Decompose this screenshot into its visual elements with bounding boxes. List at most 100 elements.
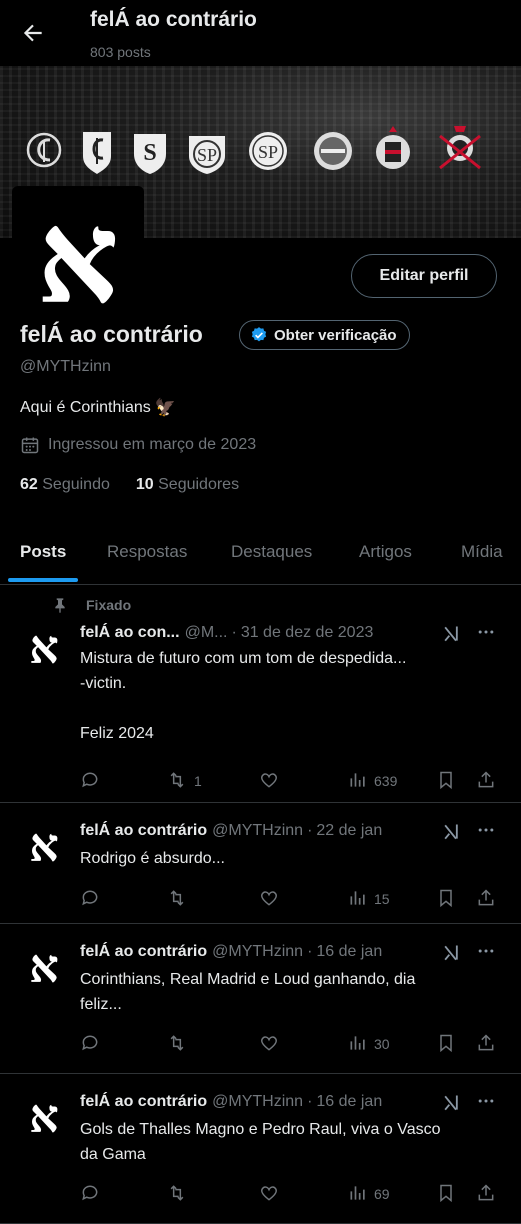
tweet-text: Gols de Thalles Magno e Pedro Raul, viva… [80,1121,441,1163]
retweet-count: 1 [194,773,202,789]
tweet-avatar[interactable]: א [22,941,66,985]
share-button[interactable] [476,770,496,792]
more-options-icon[interactable] [475,622,497,642]
get-verified-label: Obter verificação [274,326,397,344]
tweet-avatar[interactable]: א [22,622,66,666]
more-options-icon[interactable] [475,820,497,840]
views-button[interactable]: 30 [348,1033,390,1055]
followers-label: Seguidores [158,476,240,493]
tweet-date[interactable]: 31 de dez de 2023 [241,624,374,642]
svg-text:S: S [143,140,156,166]
tweet-author-name[interactable]: felÁ ao contrário [80,943,207,961]
top-bar: felÁ ao contrário 803 posts [0,0,521,66]
reply-icon [80,770,100,793]
separator-dot: · [231,624,237,641]
retweet-button[interactable] [166,1033,194,1055]
tweet-avatar-glyph: א [29,622,59,666]
share-button[interactable] [476,888,496,910]
tab-articles[interactable]: Artigos [359,526,412,582]
tweet-author-handle[interactable]: @MYTHzinn [212,1093,303,1111]
header-title: felÁ ao contrário [90,8,257,31]
followers-link[interactable]: 10 Seguidores [136,476,239,494]
retweet-icon [166,770,188,793]
arrow-left-icon[interactable] [20,20,46,46]
like-button[interactable] [259,770,279,792]
tab-highlights[interactable]: Destaques [231,526,312,582]
bookmark-icon [436,770,456,793]
tweet-date[interactable]: 16 de jan [316,1093,382,1111]
profile-bio: Aqui é Corinthians 🦅 [20,398,176,418]
views-button[interactable]: 15 [348,888,390,910]
like-button[interactable] [259,1033,279,1055]
like-button[interactable] [259,1183,279,1205]
tweet-date[interactable]: 22 de jan [316,822,382,840]
tweet-author-handle[interactable]: @MYTHzinn [212,943,303,961]
share-button[interactable] [476,1033,496,1055]
retweet-icon [166,1033,188,1056]
tweet[interactable]: א felÁ ao contrário @MYTHzinn · 16 de jan Cor… [0,923,521,1074]
club-crest-icon [314,132,352,170]
share-button[interactable] [476,1183,496,1205]
more-options-icon[interactable] [475,941,497,961]
views-count: 15 [374,891,390,907]
retweet-button[interactable] [166,888,194,910]
tweet-actions: 30 [80,1033,500,1057]
get-verified-button[interactable]: Obter verificação [239,320,410,350]
reply-button[interactable] [80,888,100,910]
views-button[interactable]: 639 [348,770,397,792]
retweet-button[interactable]: 1 [166,770,202,792]
svg-text:SP: SP [258,142,278,162]
reply-button[interactable] [80,770,100,792]
tweet-avatar[interactable]: א [22,820,66,864]
tab-replies[interactable]: Respostas [107,526,187,582]
like-icon [259,770,279,793]
grok-icon[interactable] [441,822,461,842]
tweet-author-handle[interactable]: @MYTHzinn [212,822,303,840]
following-link[interactable]: 62 Seguindo [20,476,110,494]
reply-button[interactable] [80,1183,100,1205]
bookmark-button[interactable] [436,1033,456,1055]
tweet-author-handle[interactable]: @M... [185,624,228,642]
grok-icon[interactable] [441,624,461,644]
svg-text:SP: SP [197,145,217,165]
profile-name: felÁ ao contrário [20,321,203,347]
tweet-date[interactable]: 16 de jan [316,943,382,961]
like-icon [259,888,279,911]
tweet[interactable]: א felÁ ao contrário @MYTHzinn · 16 de jan Gol… [0,1073,521,1224]
bio-text: Aqui é Corinthians [20,399,151,416]
reply-button[interactable] [80,1033,100,1055]
tweet-author-name[interactable]: felÁ ao contrário [80,1093,207,1111]
reply-icon [80,888,100,911]
tweet[interactable]: א felÁ ao con... @M... · 31 de dez de 2023 Mi… [0,584,521,803]
separator-dot: · [307,1093,313,1110]
club-crest-icon [83,132,111,174]
tweet-actions: 1 639 [80,770,500,794]
grok-icon[interactable] [441,943,461,963]
tweet-author-name[interactable]: felÁ ao contrário [80,822,207,840]
bookmark-button[interactable] [436,1183,456,1205]
tab-media[interactable]: Mídia [461,526,503,582]
grok-icon[interactable] [441,1093,461,1113]
tweet-actions: 15 [80,888,500,912]
bookmark-button[interactable] [436,770,456,792]
like-icon [259,1033,279,1056]
views-button[interactable]: 69 [348,1183,390,1205]
tweet-text: Corinthians, Real Madrid e Loud ganhando… [80,971,416,1013]
tweet[interactable]: א felÁ ao contrário @MYTHzinn · 22 de jan Rod… [0,802,521,924]
tweet-header: felÁ ao contrário @MYTHzinn · 16 de jan [80,943,382,961]
club-crest-icon: S [134,134,166,174]
share-icon [476,888,496,911]
edit-profile-button[interactable]: Editar perfil [351,254,497,298]
bookmark-button[interactable] [436,888,456,910]
followers-count: 10 [135,476,154,493]
like-button[interactable] [259,888,279,910]
profile-avatar[interactable]: א [12,183,144,333]
club-crest-icon: SP [249,132,287,170]
tweet-author-name[interactable]: felÁ ao con... [80,624,180,642]
joined-text: Ingressou em março de 2023 [48,436,257,453]
following-label: Seguindo [42,476,110,493]
tab-posts[interactable]: Posts [20,526,66,582]
retweet-button[interactable] [166,1183,194,1205]
more-options-icon[interactable] [475,1091,497,1111]
tweet-avatar[interactable]: א [22,1091,66,1135]
